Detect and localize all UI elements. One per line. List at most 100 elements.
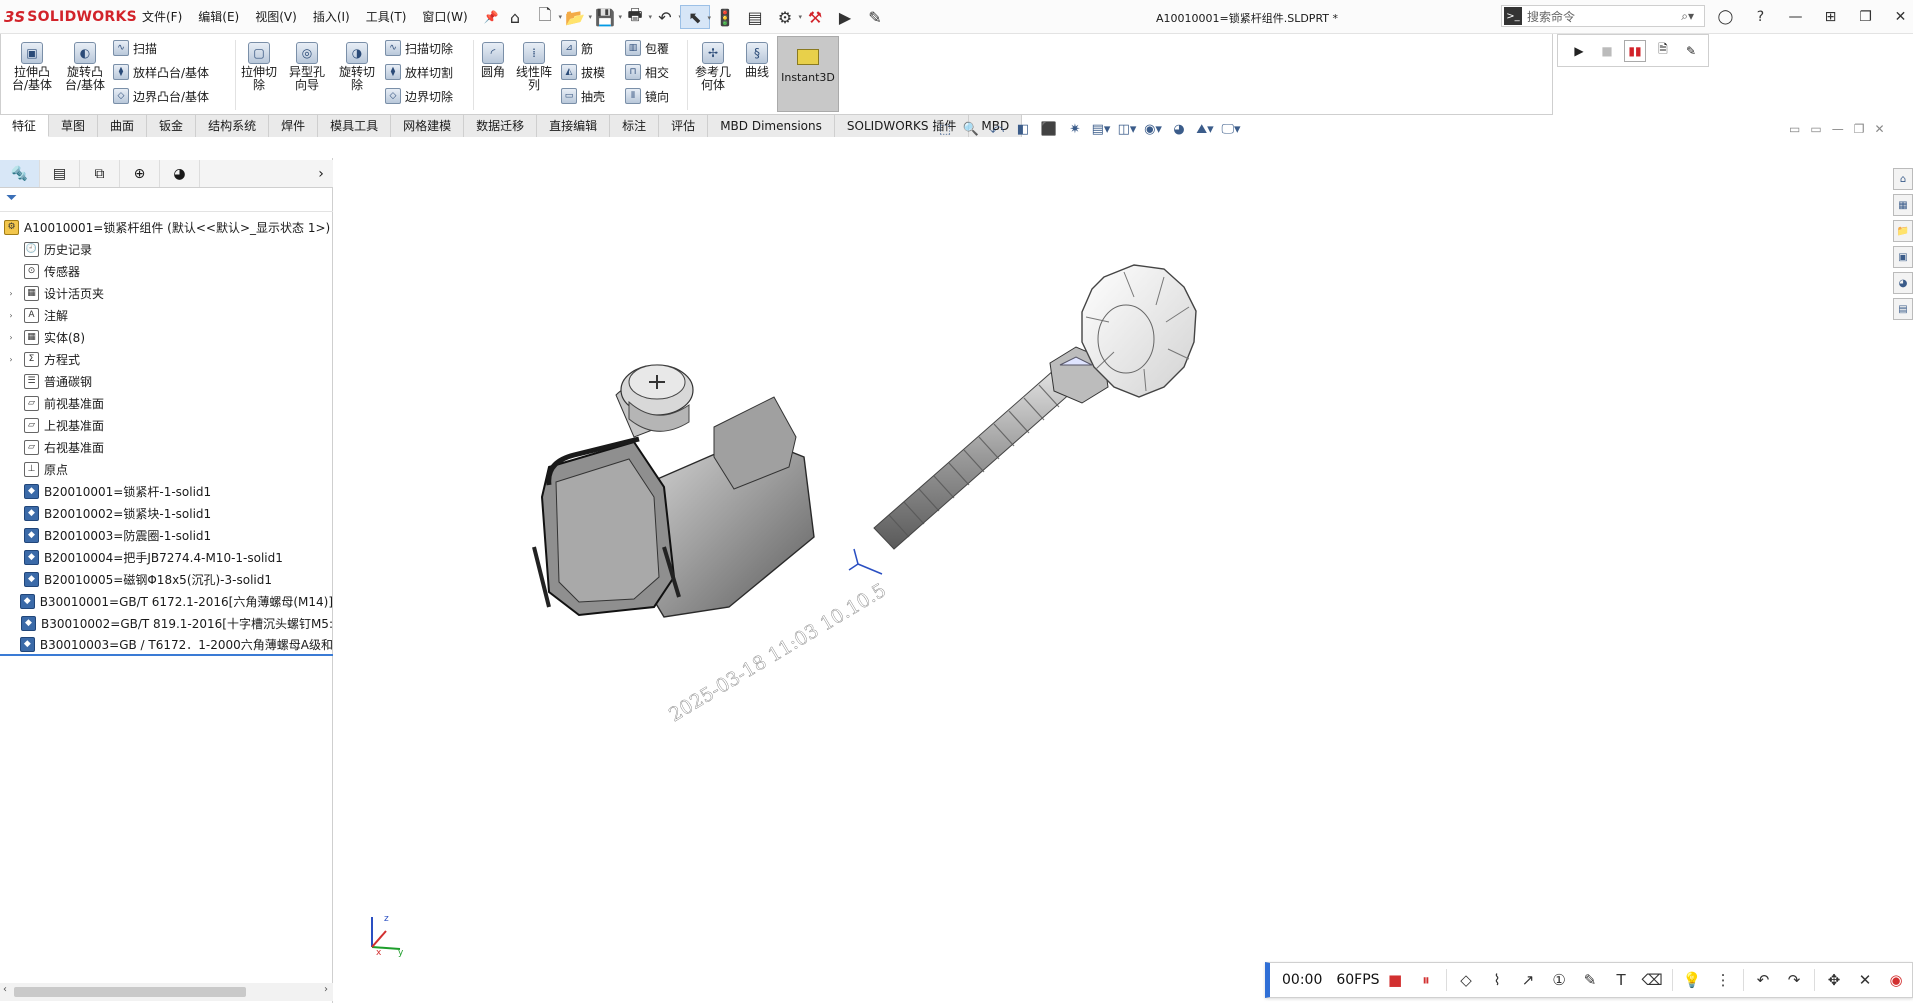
dimxpert-tab-icon[interactable]: ⊕	[120, 160, 160, 187]
menu-tools[interactable]: 工具(T)	[358, 8, 415, 26]
3d-model-view[interactable]: 2025-03-18 11:03 10.10.5	[334, 137, 1894, 1003]
tree-item[interactable]: ⊙ 传感器	[0, 260, 333, 282]
recording-fps[interactable]: 60FPS	[1336, 972, 1379, 988]
file-explorer-icon[interactable]: 📁	[1893, 220, 1913, 242]
tree-item[interactable]: ◆ B30010003=GB / T6172．1-2000六角薄螺母A级和	[0, 634, 333, 656]
pen-tool-icon[interactable]: ✎	[1575, 965, 1606, 995]
edit-appearance-icon[interactable]: ◕	[1168, 118, 1190, 140]
display-manager-tab-icon[interactable]: ◕	[160, 160, 200, 187]
tree-item[interactable]: ▱ 前视基准面	[0, 392, 333, 414]
redo-icon[interactable]: ↷	[1779, 965, 1810, 995]
viewport-restore-icon[interactable]: ❐	[1854, 122, 1865, 136]
tree-item[interactable]: ◆ B20010004=把手JB7274.4-M10-1-solid1	[0, 546, 333, 568]
play-macro-icon[interactable]: ▶	[1568, 40, 1590, 62]
section-view-icon[interactable]: ◧	[1012, 118, 1034, 140]
zoom-to-area-icon[interactable]: 🔍	[960, 118, 982, 140]
zoom-to-fit-icon[interactable]: ⬚	[934, 118, 956, 140]
graphics-area[interactable]: 2025-03-18 11:03 10.10.5 ⬚ 🔍 ⤺ ◧ ⬛ ✷ ▤▾ …	[334, 122, 1894, 1003]
tab-mbd-dimensions[interactable]: MBD Dimensions	[708, 115, 835, 137]
solidworks-logo[interactable]: 3S SOLIDWORKS	[4, 7, 137, 27]
revolve-cut-button[interactable]: ◑ 旋转切 除	[335, 42, 379, 92]
view-orientation-icon[interactable]: ▤▾	[1090, 118, 1112, 140]
file-properties-icon[interactable]: ▤	[740, 5, 770, 29]
solidworks-resources-icon[interactable]: ⌂	[1893, 168, 1913, 190]
home-icon[interactable]: ⌂	[500, 5, 530, 29]
tree-item[interactable]: 🕘 历史记录	[0, 238, 333, 260]
tree-item[interactable]: ▱ 右视基准面	[0, 436, 333, 458]
tab-evaluate[interactable]: 评估	[659, 115, 709, 137]
draft-button[interactable]: ◭ 拔模	[561, 62, 605, 82]
tree-filter[interactable]: ⏷	[0, 190, 333, 212]
new-document-icon[interactable]: 🗋 ▾	[530, 5, 562, 29]
edit-macro-icon[interactable]: ✎	[1680, 40, 1702, 62]
mirror-button[interactable]: ⫴ 镜向	[625, 86, 669, 106]
fillet-button[interactable]: ◜ 圆角	[477, 42, 509, 79]
expand-arrow-icon[interactable]: ›	[6, 333, 16, 342]
viewport-dock-left-icon[interactable]: ▭	[1789, 122, 1800, 136]
move-toolbar-icon[interactable]: ✥	[1819, 965, 1850, 995]
filter-icon[interactable]: ⏷	[6, 190, 17, 206]
intersect-button[interactable]: ⊓ 相交	[625, 62, 669, 82]
tab-sheet-metal[interactable]: 钣金	[147, 115, 197, 137]
tab-direct-editing[interactable]: 直接编辑	[537, 115, 611, 137]
scroll-left-icon[interactable]: ‹	[3, 984, 7, 995]
tree-item[interactable]: › ▦ 设计活页夹	[0, 282, 333, 304]
restore-icon[interactable]: ❐	[1848, 4, 1883, 30]
traffic-light-icon[interactable]: 🚦	[710, 5, 740, 29]
close-recorder-icon[interactable]: ✕	[1850, 965, 1881, 995]
display-style-icon[interactable]: ◫▾	[1116, 118, 1138, 140]
instant3d-button[interactable]: Instant3D	[777, 36, 839, 112]
shell-button[interactable]: ▭ 抽壳	[561, 86, 605, 106]
user-account-icon[interactable]: ◯	[1708, 4, 1743, 30]
hole-wizard-button[interactable]: ◎ 异型孔 向导	[285, 42, 329, 92]
expand-arrow-icon[interactable]: ›	[6, 311, 16, 320]
view-settings-icon[interactable]: 🖵▾	[1220, 118, 1242, 140]
tree-item[interactable]: ◆ B20010002=锁紧块-1-solid1	[0, 502, 333, 524]
tree-item[interactable]: ◆ B20010003=防震圈-1-solid1	[0, 524, 333, 546]
search-input[interactable]: 搜索命令	[1527, 8, 1681, 25]
apply-scene-icon[interactable]: ⛰▾	[1194, 118, 1216, 140]
menu-edit[interactable]: 编辑(E)	[190, 8, 247, 26]
threaded-rod[interactable]	[873, 362, 1082, 550]
open-folder-icon[interactable]: 📂 ▾	[560, 5, 592, 29]
expand-arrow-icon[interactable]: ›	[6, 355, 16, 364]
instant3d-view-icon[interactable]: ✷	[1064, 118, 1086, 140]
new-macro-icon[interactable]: 🗎	[1652, 40, 1674, 62]
search-commands[interactable]: >_ 搜索命令 ⌕▾	[1501, 5, 1705, 27]
viewport-dock-right-icon[interactable]: ▭	[1810, 122, 1821, 136]
menu-view[interactable]: 视图(V)	[247, 8, 305, 26]
options-gear-icon[interactable]: ⚙ ▾	[770, 5, 802, 29]
sweep-cut-button[interactable]: ∿ 扫描切除	[385, 38, 453, 58]
tab-sketch[interactable]: 草图	[49, 115, 99, 137]
scrollbar-thumb[interactable]	[14, 987, 246, 997]
custom-properties-icon[interactable]: ▤	[1893, 298, 1913, 320]
horizontal-scrollbar[interactable]: ‹ ›	[0, 983, 333, 1001]
spotlight-icon[interactable]: 💡	[1677, 965, 1708, 995]
record-pause-macro-icon[interactable]: ▮▮	[1624, 39, 1646, 62]
dynamic-annotation-icon[interactable]: ⬛	[1038, 118, 1060, 140]
edit-macro-icon[interactable]: ✎	[860, 5, 890, 29]
scroll-right-icon[interactable]: ›	[324, 984, 328, 995]
configuration-manager-tab-icon[interactable]: ⧉	[80, 160, 120, 187]
minimize-icon[interactable]: —	[1778, 4, 1813, 30]
curves-button[interactable]: § 曲线	[739, 42, 775, 79]
extrude-boss-button[interactable]: ▣ 拉伸凸 台/基体	[9, 42, 55, 92]
design-library-icon[interactable]: ▦	[1893, 194, 1913, 216]
tab-surfaces[interactable]: 曲面	[98, 115, 148, 137]
tree-item[interactable]: ⊥ 原点	[0, 458, 333, 480]
view-palette-icon[interactable]: ▣	[1893, 246, 1913, 268]
print-icon[interactable]: 🖶 ▾	[620, 5, 652, 29]
arrow-tool-icon[interactable]: ↗	[1513, 965, 1544, 995]
stop-macro-icon[interactable]: ■	[1596, 40, 1618, 62]
rib-button[interactable]: ⊿ 筋	[561, 38, 593, 58]
tab-features[interactable]: 特征	[0, 115, 50, 137]
reference-geometry-button[interactable]: ✢ 参考几 何体	[691, 42, 735, 92]
chevron-right-icon[interactable]: ›	[309, 160, 333, 187]
menu-file[interactable]: 文件(F)	[134, 8, 190, 26]
tree-item[interactable]: › ▦ 实体(8)	[0, 326, 333, 348]
loft-boss-button[interactable]: ⧫ 放样凸台/基体	[113, 62, 209, 82]
tree-item[interactable]: › Σ 方程式	[0, 348, 333, 370]
tab-weldments[interactable]: 焊件	[269, 115, 319, 137]
shape-tool-icon[interactable]: ◇	[1451, 965, 1482, 995]
tab-mold-tools[interactable]: 模具工具	[318, 115, 392, 137]
